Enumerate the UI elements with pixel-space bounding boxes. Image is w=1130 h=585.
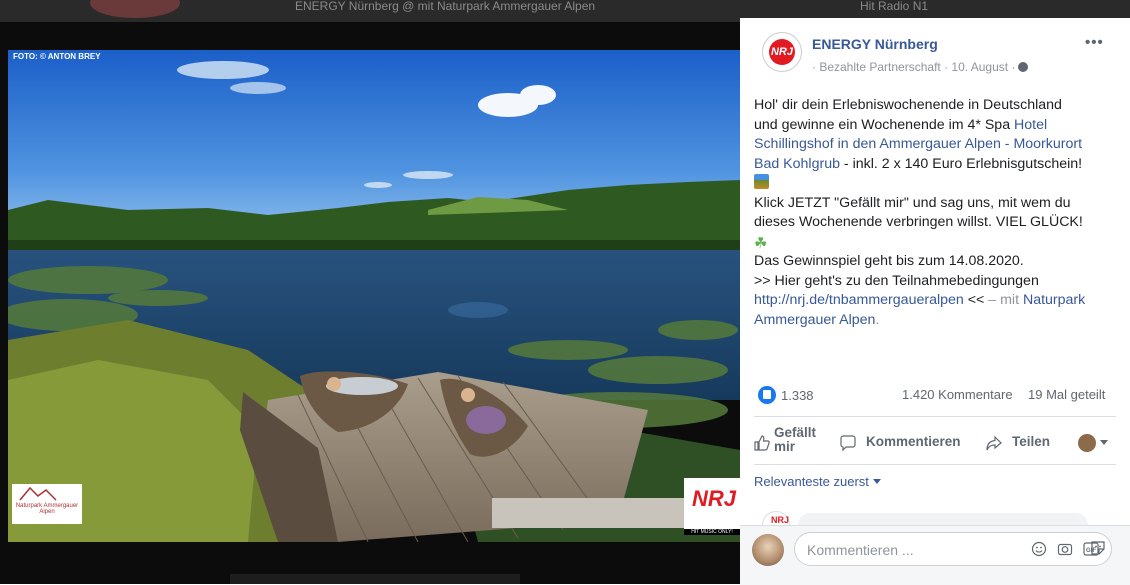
like-button[interactable]: Gefällt mir	[754, 423, 824, 463]
post-meta-text: · Bezahlte Partnerschaft · 10. August ·	[812, 60, 1016, 74]
mountain-logo-icon	[19, 486, 57, 501]
globe-icon	[1018, 62, 1029, 72]
post-viewer-stage: ENERGY Nürnberg @ mit Naturpark Ammergau…	[0, 0, 740, 584]
with-label: – mit	[988, 292, 1023, 308]
chevron-down-icon	[1100, 440, 1108, 445]
comment-sort-label: Relevanteste zuerst	[754, 474, 869, 489]
current-user-avatar[interactable]	[752, 534, 784, 566]
react-as-selector[interactable]	[1072, 423, 1112, 463]
background-feed: ENERGY Nürnberg @ mit Naturpark Ammergau…	[0, 0, 740, 22]
nrj-tagline: HIT MUSIC ONLY!	[684, 529, 740, 535]
clover-emoji-icon: ☘	[754, 234, 768, 252]
comment-count[interactable]: 1.420 Kommentare	[902, 387, 1013, 402]
post-line: >> Hier geht's zu den Teilnahmebedingung…	[754, 272, 1039, 289]
post-line: Klick JETZT "Gefällt mir" und sag uns, m…	[754, 194, 1071, 211]
background-feed-text: ENERGY Nürnberg @ mit Naturpark Ammergau…	[295, 0, 596, 13]
divider	[754, 416, 1116, 417]
post-text: Hol' dir dein Erlebniswochenende in Deut…	[754, 96, 1116, 330]
naturpark-logo: Naturpark Ammergauer Alpen	[12, 484, 82, 524]
post-meta: · Bezahlte Partnerschaft · 10. August ·	[812, 60, 1029, 74]
comment-sort-dropdown[interactable]: Relevanteste zuerst	[754, 474, 881, 489]
emoji-icon[interactable]	[1031, 541, 1047, 557]
naturpark-tag-link-end[interactable]: Ammergauer Alpen	[754, 312, 875, 328]
share-arrow-icon	[986, 435, 1002, 451]
share-button-label: Teilen	[1012, 434, 1051, 449]
post-line: Hol' dir dein Erlebniswochenende in Deut…	[754, 97, 1062, 113]
comment-button[interactable]: Kommentieren	[840, 423, 980, 463]
nrj-logo: NRJ HIT MUSIC ONLY!	[684, 478, 740, 535]
hotel-link-end[interactable]: Bad Kohlgrub	[754, 156, 840, 172]
page-avatar-logo: NRJ	[769, 39, 795, 65]
naturpark-tag-link[interactable]: Naturpark	[1023, 292, 1085, 308]
commenter-avatar-logo: NRJ	[771, 515, 790, 525]
post-photo[interactable]	[8, 50, 740, 542]
like-reaction-icon[interactable]	[758, 386, 776, 404]
comment-input-box[interactable]: GIF	[794, 532, 1112, 566]
mountain-emoji-icon	[754, 174, 769, 189]
post-line-segment: .	[875, 311, 880, 328]
post-line: und gewinne ein Wochenende im 4* Spa Hot…	[754, 116, 1116, 136]
page-name-link[interactable]: ENERGY Nürnberg	[812, 36, 938, 52]
conditions-link[interactable]: http://nrj.de/tnbammergaueralpen	[754, 292, 964, 308]
page-avatar[interactable]: NRJ	[762, 32, 802, 72]
background-feed-right-text: Hit Radio N1	[860, 0, 929, 13]
action-bar: Gefällt mir Kommentieren Teilen	[750, 423, 1120, 463]
comment-bubble-icon	[840, 435, 856, 451]
chevron-down-icon	[872, 479, 881, 484]
post-line	[754, 174, 1116, 194]
post-line-segment: <<	[963, 292, 989, 308]
naturpark-logo-text: Naturpark Ammergauer Alpen	[15, 503, 79, 515]
camera-icon[interactable]	[1057, 541, 1073, 557]
photo-bottom-strip	[230, 574, 520, 584]
share-button[interactable]: Teilen	[986, 423, 1066, 463]
more-options-button[interactable]: •••	[1085, 34, 1104, 51]
sticker-icon[interactable]	[1090, 540, 1106, 556]
like-count[interactable]: 1.338	[781, 388, 814, 403]
thumbs-up-icon	[754, 435, 770, 451]
comment-button-label: Kommentieren	[866, 434, 961, 449]
post-line: Bad Kohlgrub - inkl. 2 x 140 Euro Erlebn…	[754, 155, 1116, 175]
post-line: Das Gewinnspiel geht bis zum 14.08.2020.	[754, 253, 1024, 269]
first-comment-peek: NRJ	[754, 511, 1116, 525]
lake-photo-illustration	[8, 50, 740, 542]
post-line-segment: - inkl. 2 x 140 Euro Erlebnisgutschein!	[839, 155, 1083, 172]
share-count[interactable]: 19 Mal geteilt	[1028, 387, 1105, 402]
nrj-logo-letters: NRJ	[692, 486, 737, 511]
post-line: http://nrj.de/tnbammergaueralpen << – mi…	[754, 291, 1116, 311]
hotel-link[interactable]: Hotel	[1014, 117, 1047, 133]
divider	[754, 464, 1116, 465]
like-label-line1: Gefällt	[774, 425, 817, 440]
photo-credit: FOTO: © ANTON BREY	[13, 52, 101, 61]
user-avatar-small	[1078, 434, 1096, 452]
post-line: ☘	[754, 233, 1116, 253]
commenter-avatar[interactable]: NRJ	[762, 511, 790, 525]
like-button-label: Gefällt mir	[774, 425, 817, 454]
reaction-summary: 1.338 1.420 Kommentare 19 Mal geteilt	[754, 384, 1116, 406]
hotel-link-line[interactable]: Schillingshof in den Ammergauer Alpen - …	[754, 135, 1116, 155]
post-detail-panel: NRJ ENERGY Nürnberg · Bezahlte Partnersc…	[740, 18, 1130, 585]
post-line-segment: und gewinne ein Wochenende im 4* Spa	[754, 116, 1015, 133]
background-feed-right: Hit Radio N1	[740, 0, 1130, 18]
comment-input[interactable]	[805, 540, 979, 560]
post-line: Ammergauer Alpen.	[754, 311, 1116, 331]
background-blob	[90, 0, 180, 18]
like-label-line2: mir	[774, 439, 796, 454]
comment-bubble	[798, 513, 1088, 525]
post-line: dieses Wochenende verbringen willst. VIE…	[754, 214, 1083, 230]
